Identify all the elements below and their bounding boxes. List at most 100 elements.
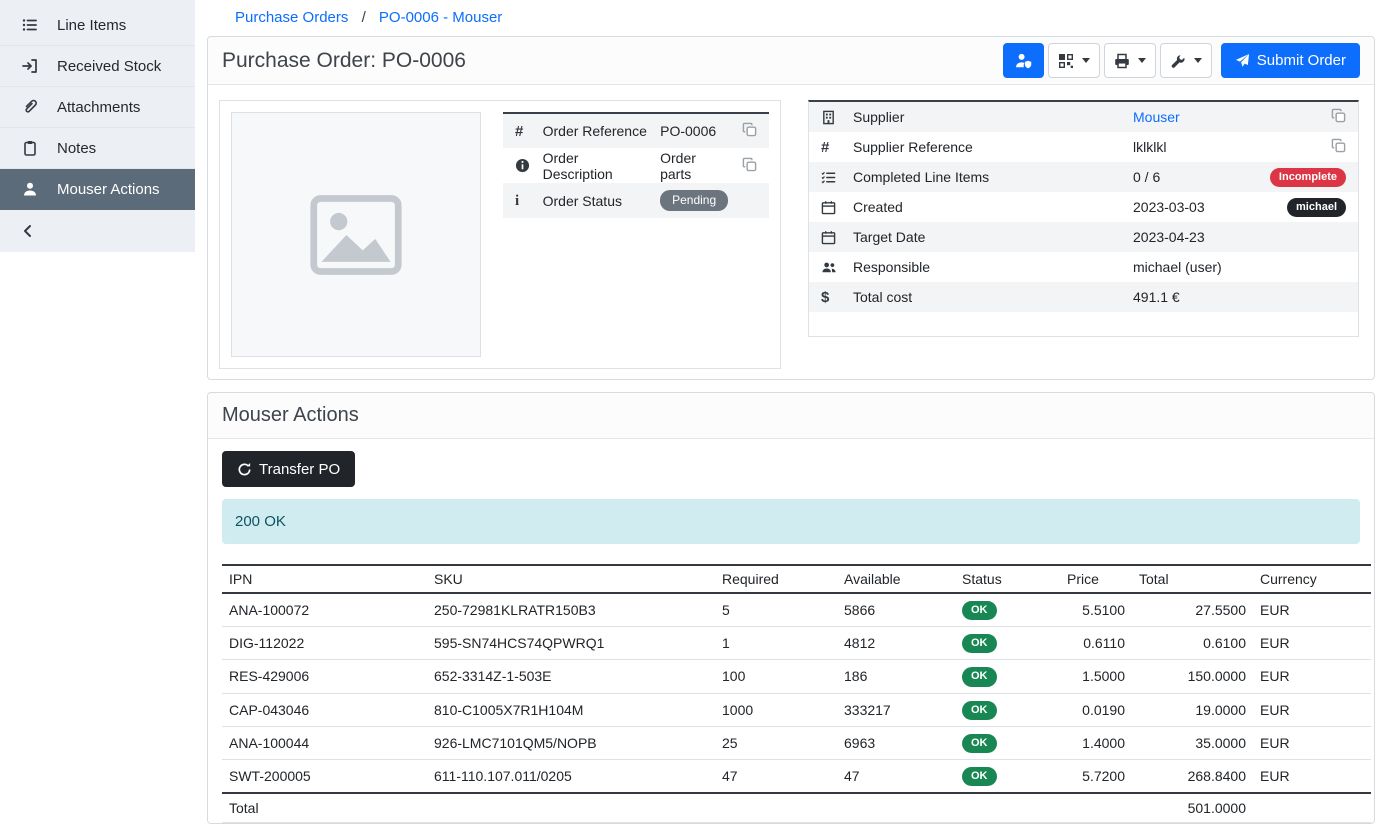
calendar-icon xyxy=(821,200,841,215)
print-dropdown-button[interactable] xyxy=(1104,43,1156,78)
main-content: Purchase Orders / PO-0006 - Mouser Purch… xyxy=(195,0,1383,824)
building-icon xyxy=(821,110,841,125)
detail-label: Responsible xyxy=(847,252,1127,282)
cell-price: 0.6110 xyxy=(1060,627,1132,660)
sidebar-item-label: Line Items xyxy=(57,17,126,34)
clipboard-icon xyxy=(22,140,40,156)
printer-icon xyxy=(1114,53,1130,69)
order-image-placeholder[interactable] xyxy=(231,112,481,357)
sidebar-item-received-stock[interactable]: Received Stock xyxy=(0,46,195,87)
cell-available: 4812 xyxy=(837,627,955,660)
detail-value: 0 / 6 xyxy=(1127,162,1264,192)
copy-icon[interactable] xyxy=(742,122,757,137)
ok-badge: OK xyxy=(962,701,997,720)
cell-sku: 926-LMC7101QM5/NOPB xyxy=(427,726,715,759)
copy-icon[interactable] xyxy=(1331,108,1346,123)
table-row: ANA-100044 926-LMC7101QM5/NOPB 25 6963 O… xyxy=(222,726,1371,759)
sidebar-item-attachments[interactable]: Attachments xyxy=(0,87,195,128)
column-header-available: Available xyxy=(837,565,955,593)
cell-required: 1000 xyxy=(715,693,837,726)
detail-label: Total cost xyxy=(847,282,1127,312)
chevron-left-icon xyxy=(20,223,36,239)
cell-currency: EUR xyxy=(1253,726,1371,759)
image-icon xyxy=(308,187,404,283)
cell-required: 47 xyxy=(715,759,837,793)
sidebar-item-label: Mouser Actions xyxy=(57,181,160,198)
transfer-po-button[interactable]: Transfer PO xyxy=(222,451,355,487)
options-dropdown-button[interactable] xyxy=(1160,43,1212,78)
cell-price: 0.0190 xyxy=(1060,693,1132,726)
order-detail-table: # Order Reference PO-0006 Order Descript… xyxy=(503,112,769,218)
cell-currency: EUR xyxy=(1253,627,1371,660)
footer-total-label: Total xyxy=(222,793,427,823)
sign-in-icon xyxy=(22,58,40,74)
line-items-table: IPN SKU Required Available Status Price … xyxy=(222,564,1371,823)
user-badge: michael xyxy=(1287,198,1346,217)
barcode-dropdown-button[interactable] xyxy=(1048,43,1100,78)
cell-currency: EUR xyxy=(1253,759,1371,793)
copy-icon[interactable] xyxy=(742,157,757,172)
cell-total: 268.8400 xyxy=(1132,759,1253,793)
chevron-down-icon xyxy=(1194,58,1202,63)
sidebar-item-label: Notes xyxy=(57,140,96,157)
admin-button[interactable] xyxy=(1003,43,1044,78)
detail-value: PO-0006 xyxy=(654,113,734,148)
supplier-link[interactable]: Mouser xyxy=(1133,109,1180,125)
cell-ipn: DIG-112022 xyxy=(222,627,427,660)
sidebar-collapse-button[interactable] xyxy=(0,210,195,252)
cell-ipn: ANA-100044 xyxy=(222,726,427,759)
panel-title: Mouser Actions xyxy=(222,404,359,427)
breadcrumb-link-current[interactable]: PO-0006 - Mouser xyxy=(379,9,502,26)
column-header-ipn: IPN xyxy=(222,565,427,593)
cell-total: 35.0000 xyxy=(1132,726,1253,759)
detail-label: Created xyxy=(847,192,1127,222)
breadcrumb-link-purchase-orders[interactable]: Purchase Orders xyxy=(235,9,348,26)
detail-row-supplier-reference: # Supplier Reference lklklkl xyxy=(809,132,1358,162)
submit-order-label: Submit Order xyxy=(1257,53,1346,68)
transfer-po-label: Transfer PO xyxy=(259,462,340,477)
column-header-price: Price xyxy=(1060,565,1132,593)
cell-available: 186 xyxy=(837,660,955,693)
column-header-currency: Currency xyxy=(1253,565,1371,593)
copy-icon[interactable] xyxy=(1331,138,1346,153)
mouser-actions-header: Mouser Actions xyxy=(208,393,1374,439)
sidebar-item-notes[interactable]: Notes xyxy=(0,128,195,169)
sidebar-item-line-items[interactable]: Line Items xyxy=(0,5,195,46)
cell-available: 47 xyxy=(837,759,955,793)
cell-price: 5.7200 xyxy=(1060,759,1132,793)
sidebar-item-label: Attachments xyxy=(57,99,140,116)
ok-badge: OK xyxy=(962,667,997,686)
table-row: CAP-043046 810-C1005X7R1H104M 1000 33321… xyxy=(222,693,1371,726)
person-badge-icon xyxy=(1015,52,1032,69)
cell-available: 333217 xyxy=(837,693,955,726)
detail-value: 2023-04-23 xyxy=(1127,222,1264,252)
detail-row-supplier: Supplier Mouser xyxy=(809,102,1358,132)
detail-label: Supplier Reference xyxy=(847,132,1127,162)
detail-label: Supplier xyxy=(847,102,1127,132)
cell-required: 25 xyxy=(715,726,837,759)
status-badge: Pending xyxy=(660,190,728,210)
table-header-row: IPN SKU Required Available Status Price … xyxy=(222,565,1371,593)
detail-label: Completed Line Items xyxy=(847,162,1127,192)
detail-value: Order parts xyxy=(654,148,734,183)
cell-price: 1.5000 xyxy=(1060,660,1132,693)
cell-required: 100 xyxy=(715,660,837,693)
ok-badge: OK xyxy=(962,767,997,786)
column-header-required: Required xyxy=(715,565,837,593)
hash-icon: # xyxy=(515,123,523,140)
supplier-detail-table: Supplier Mouser # Supplier Reference lkl… xyxy=(809,102,1358,312)
cell-required: 5 xyxy=(715,593,837,627)
cell-sku: 595-SN74HCS74QPWRQ1 xyxy=(427,627,715,660)
column-header-sku: SKU xyxy=(427,565,715,593)
tools-icon xyxy=(1170,53,1186,69)
order-details-card: # Order Reference PO-0006 Order Descript… xyxy=(219,100,781,369)
chevron-down-icon xyxy=(1138,58,1146,63)
submit-order-button[interactable]: Submit Order xyxy=(1221,43,1360,78)
detail-label: Target Date xyxy=(847,222,1127,252)
mouser-actions-body: Transfer PO 200 OK IPN SKU Required Avai… xyxy=(208,439,1374,823)
sidebar-item-mouser-actions[interactable]: Mouser Actions xyxy=(0,169,195,210)
cell-currency: EUR xyxy=(1253,660,1371,693)
ok-badge: OK xyxy=(962,734,997,753)
ok-badge: OK xyxy=(962,634,997,653)
incomplete-badge: Incomplete xyxy=(1270,168,1346,187)
